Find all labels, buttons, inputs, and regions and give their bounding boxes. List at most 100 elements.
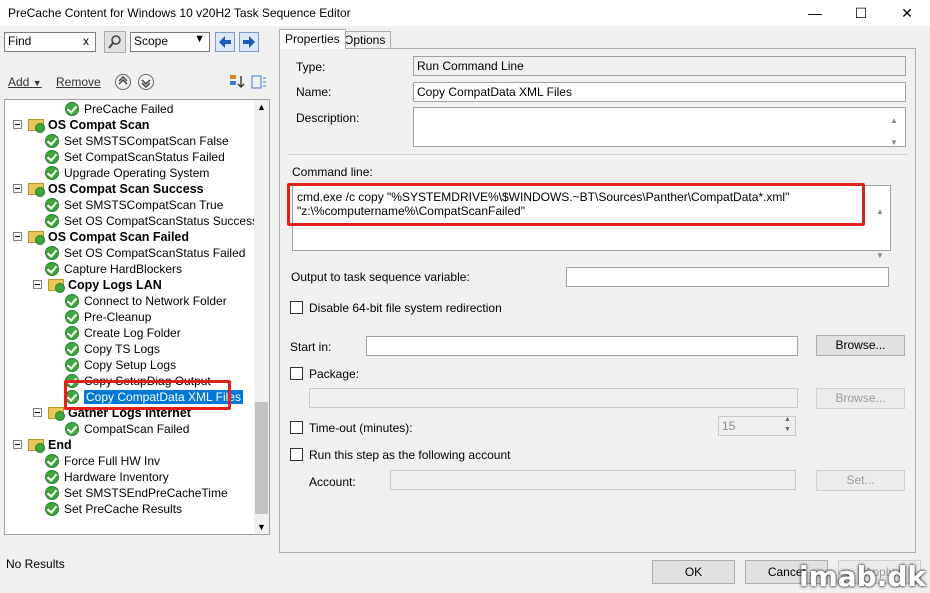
move-down-icon[interactable] bbox=[137, 73, 155, 91]
browse-start-in-button[interactable]: Browse... bbox=[816, 335, 905, 356]
collapse-icon[interactable] bbox=[13, 232, 22, 241]
minimize-button[interactable]: — bbox=[792, 0, 838, 26]
check-icon bbox=[45, 502, 59, 516]
set-account-button[interactable]: Set... bbox=[816, 470, 905, 491]
previous-result-button[interactable] bbox=[215, 32, 235, 52]
tree-step[interactable]: Copy TS Logs bbox=[65, 341, 160, 357]
tree-step[interactable]: Upgrade Operating System bbox=[45, 165, 209, 181]
timeout-checkbox[interactable] bbox=[290, 421, 303, 434]
tree-step[interactable]: Force Full HW Inv bbox=[45, 453, 160, 469]
scope-select[interactable]: Scope ▼ bbox=[130, 32, 210, 52]
tree-step[interactable]: Set SMSTSEndPreCacheTime bbox=[45, 485, 228, 501]
title-bar: PreCache Content for Windows 10 v20H2 Ta… bbox=[0, 0, 930, 26]
start-in-input[interactable] bbox=[366, 336, 798, 356]
run-as-account-label: Run this step as the following account bbox=[309, 448, 511, 462]
find-input-text: Find bbox=[8, 34, 32, 48]
timeout-label: Time-out (minutes): bbox=[309, 421, 413, 435]
tree-item-label: Set PreCache Results bbox=[64, 502, 183, 516]
tree-scroll-thumb[interactable] bbox=[255, 402, 268, 514]
collapse-icon[interactable] bbox=[13, 440, 22, 449]
command-line-label: Command line: bbox=[292, 165, 373, 179]
maximize-button[interactable]: ☐ bbox=[838, 0, 884, 26]
tree-item-label: Create Log Folder bbox=[84, 326, 181, 340]
collapse-icon[interactable] bbox=[33, 280, 42, 289]
find-input[interactable]: Find x bbox=[4, 32, 96, 52]
tree-step[interactable]: PreCache Failed bbox=[65, 101, 173, 117]
check-icon bbox=[65, 102, 79, 116]
next-result-button[interactable] bbox=[239, 32, 259, 52]
search-button[interactable] bbox=[104, 31, 126, 53]
scroll-up-icon[interactable]: ▲ bbox=[257, 102, 266, 112]
tree-step[interactable]: Pre-Cleanup bbox=[65, 309, 151, 325]
tree-step[interactable]: Create Log Folder bbox=[65, 325, 181, 341]
tree-step[interactable]: Set OS CompatScanStatus Success bbox=[45, 213, 258, 229]
name-label: Name: bbox=[296, 85, 332, 99]
tree-group[interactable]: Copy Logs LAN bbox=[33, 277, 162, 293]
check-icon bbox=[45, 166, 59, 180]
tab-options[interactable]: Options bbox=[338, 31, 392, 48]
disable-64bit-checkbox[interactable] bbox=[290, 301, 303, 314]
tree-step[interactable]: Set CompatScanStatus Failed bbox=[45, 149, 225, 165]
group-folder-icon bbox=[28, 231, 45, 245]
add-menu[interactable]: Add ▼ bbox=[8, 75, 42, 89]
tree-step[interactable]: Connect to Network Folder bbox=[65, 293, 227, 309]
tree-group[interactable]: End bbox=[13, 437, 72, 453]
name-input[interactable]: Copy CompatData XML Files bbox=[413, 82, 906, 102]
tree-step[interactable]: Copy Setup Logs bbox=[65, 357, 176, 373]
tree-step[interactable]: Capture HardBlockers bbox=[45, 261, 182, 277]
collapse-icon[interactable] bbox=[33, 408, 42, 417]
check-icon bbox=[65, 294, 79, 308]
tree-step[interactable]: Set PreCache Results bbox=[45, 501, 182, 517]
check-icon bbox=[65, 422, 79, 436]
remove-button[interactable]: Remove bbox=[56, 75, 101, 89]
run-as-account-checkbox[interactable] bbox=[290, 448, 303, 461]
output-variable-input[interactable] bbox=[566, 267, 889, 287]
browse-package-button[interactable]: Browse... bbox=[816, 388, 905, 409]
check-icon bbox=[45, 262, 59, 276]
tree-step[interactable]: Hardware Inventory bbox=[45, 469, 169, 485]
arrow-right-icon bbox=[243, 36, 255, 48]
sort-icon[interactable] bbox=[228, 73, 246, 91]
tree-item-label: Set SMSTSEndPreCacheTime bbox=[64, 486, 228, 500]
tab-properties[interactable]: Properties bbox=[279, 29, 346, 49]
check-icon bbox=[45, 134, 59, 148]
group-folder-icon bbox=[28, 183, 45, 197]
start-in-label: Start in: bbox=[290, 340, 332, 354]
ok-button[interactable]: OK bbox=[652, 560, 735, 584]
group-folder-icon bbox=[48, 407, 65, 421]
account-label: Account: bbox=[309, 475, 356, 489]
collapse-icon[interactable] bbox=[13, 184, 22, 193]
move-up-icon[interactable] bbox=[114, 73, 132, 91]
scope-select-value: Scope bbox=[134, 34, 169, 48]
scroll-down-icon[interactable]: ▼ bbox=[257, 522, 266, 532]
package-checkbox[interactable] bbox=[290, 367, 303, 380]
watermark: imab.dk bbox=[798, 560, 926, 593]
package-input bbox=[309, 388, 798, 408]
task-sequence-tree[interactable]: PreCache Failed OS Compat Scan Set SMSTSCo… bbox=[4, 99, 270, 535]
tree-step[interactable]: CompatScan Failed bbox=[65, 421, 189, 437]
tree-step[interactable]: Set SMSTSCompatScan True bbox=[45, 197, 223, 213]
check-icon bbox=[65, 310, 79, 324]
collapse-icon[interactable] bbox=[13, 120, 22, 129]
clear-find-button[interactable]: x bbox=[83, 34, 89, 48]
timeout-spinner-icon[interactable]: ▲ ▼ bbox=[784, 415, 791, 435]
collapse-all-icon[interactable] bbox=[250, 73, 268, 91]
package-label: Package: bbox=[309, 367, 360, 381]
tree-step[interactable]: Set SMSTSCompatScan False bbox=[45, 133, 229, 149]
tree-item-label: Force Full HW Inv bbox=[64, 454, 161, 468]
tree-group[interactable]: OS Compat Scan Failed bbox=[13, 229, 189, 245]
search-icon bbox=[108, 35, 121, 49]
group-folder-icon bbox=[28, 439, 45, 453]
command-line-scrollbar[interactable]: ▲ ▼ bbox=[876, 190, 884, 278]
tree-scrollbar[interactable]: ▲ ▼ bbox=[254, 100, 269, 534]
tree-item-label: CompatScan Failed bbox=[84, 422, 190, 436]
account-input bbox=[390, 470, 796, 490]
close-button[interactable]: ✕ bbox=[884, 0, 930, 26]
description-input[interactable] bbox=[413, 107, 906, 147]
tree-group[interactable]: OS Compat Scan Success bbox=[13, 181, 204, 197]
tree-step[interactable]: Set OS CompatScanStatus Failed bbox=[45, 245, 245, 261]
tree-group[interactable]: OS Compat Scan bbox=[13, 117, 149, 133]
check-icon bbox=[65, 358, 79, 372]
description-scrollbar[interactable]: ▲ ▼ bbox=[890, 110, 898, 154]
check-icon bbox=[45, 246, 59, 260]
